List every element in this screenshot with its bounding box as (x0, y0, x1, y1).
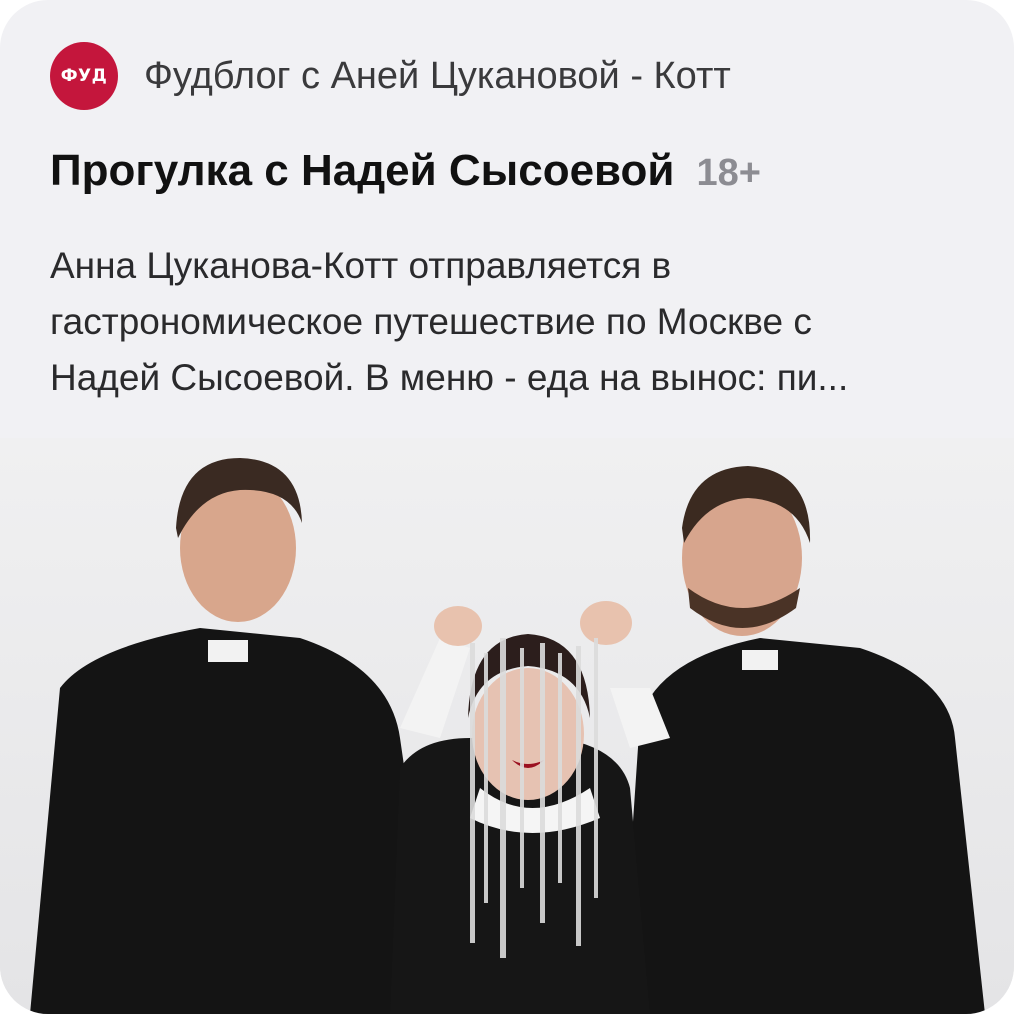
description-line: гастрономическое путешествие по Москве с (50, 301, 812, 342)
post-title[interactable]: Прогулка с Надей Сысоевой (50, 146, 674, 196)
post-card[interactable]: ФУД Фудблог с Аней Цукановой - Котт Прог… (0, 0, 1014, 1014)
description-line: Надей Сысоевой. В меню - еда на вынос: п… (50, 357, 849, 398)
description-line: Анна Цуканова-Котт отправляется в (50, 245, 672, 286)
age-rating-badge: 18+ (696, 152, 761, 194)
channel-header[interactable]: ФУД Фудблог с Аней Цукановой - Котт (50, 42, 731, 110)
channel-avatar[interactable]: ФУД (50, 42, 118, 110)
channel-name[interactable]: Фудблог с Аней Цукановой - Котт (144, 55, 731, 98)
post-description[interactable]: Анна Цуканова-Котт отправляется в гастро… (50, 238, 970, 406)
post-title-row: Прогулка с Надей Сысоевой 18+ (50, 146, 761, 196)
avatar-text: ФУД (60, 66, 108, 86)
photo-illustration (0, 438, 1014, 1014)
post-image[interactable] (0, 438, 1014, 1014)
